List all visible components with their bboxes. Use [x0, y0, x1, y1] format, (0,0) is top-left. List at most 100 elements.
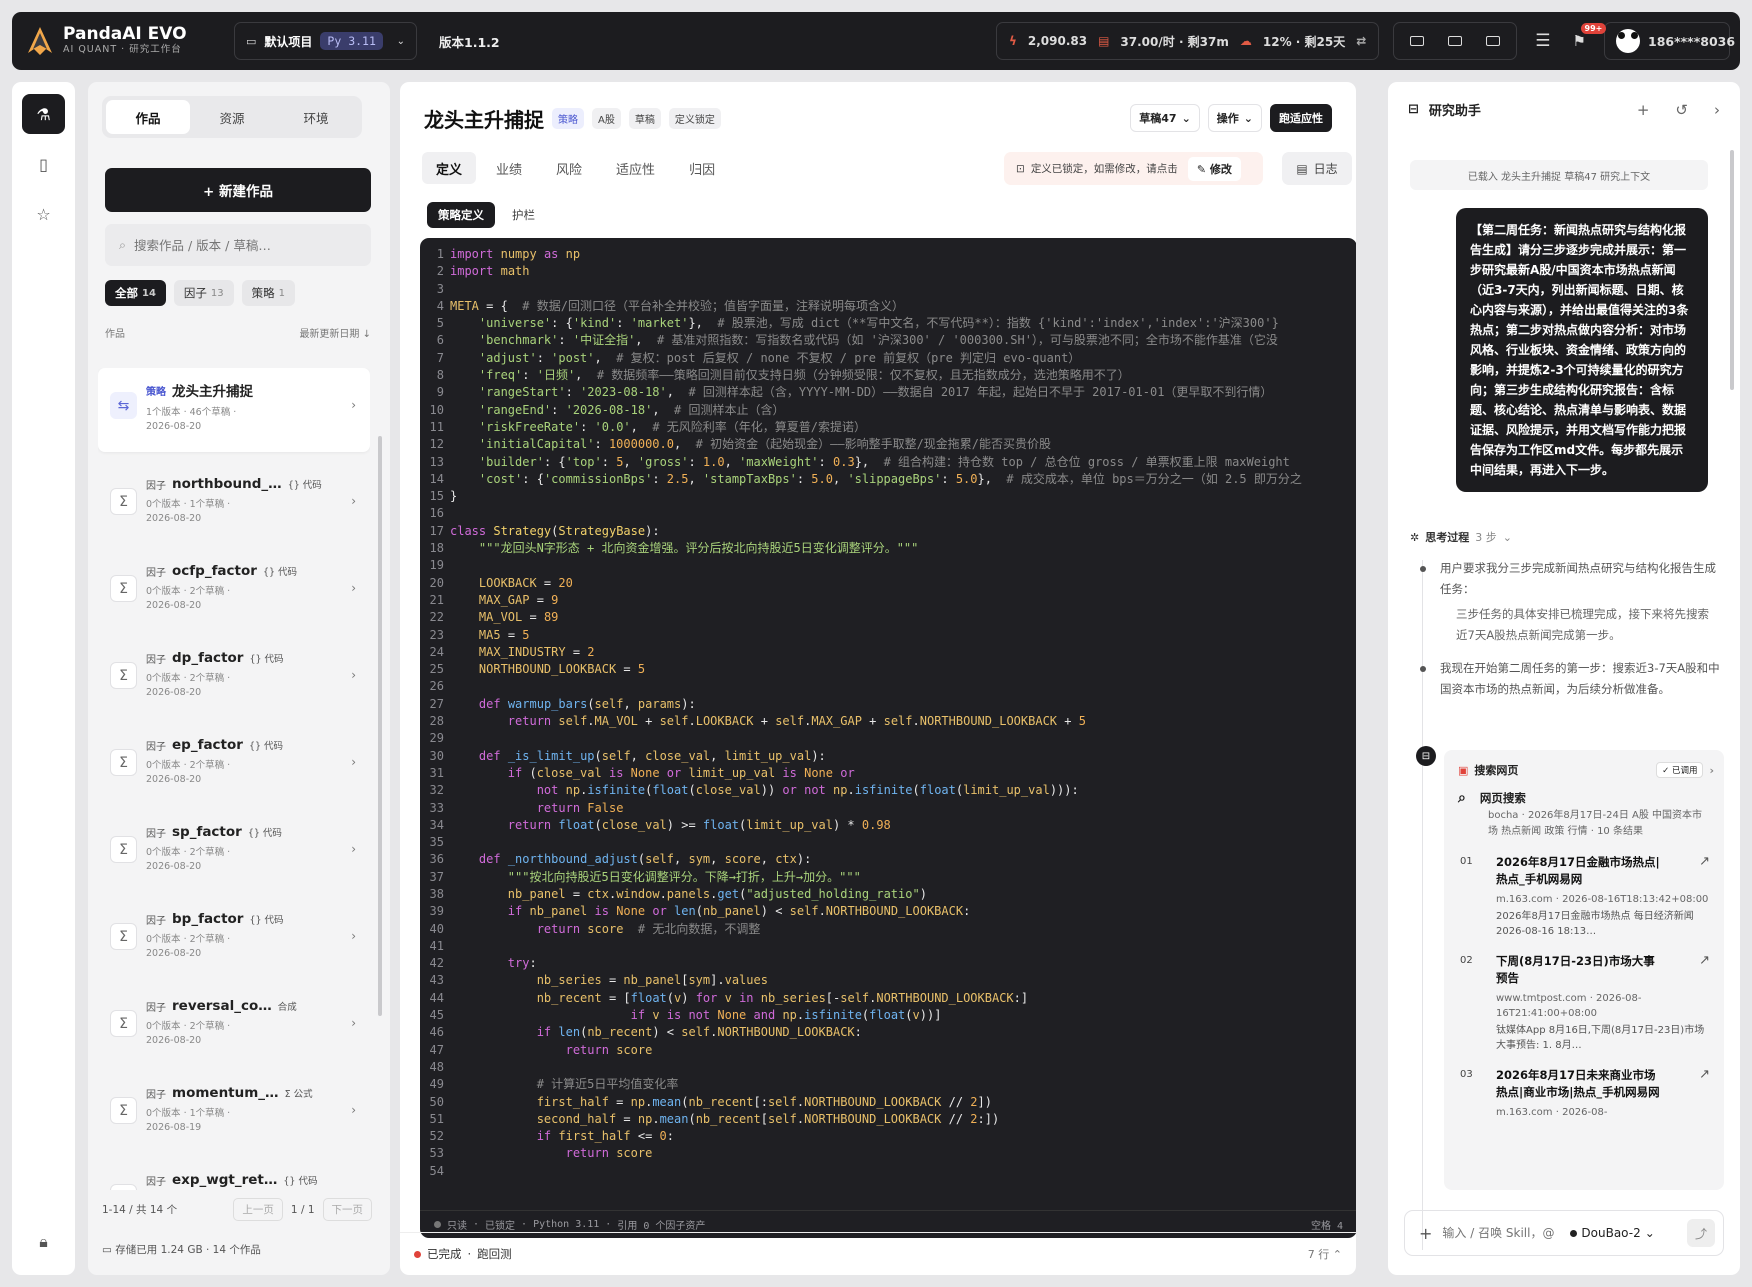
- code-line: 14 'cost': {'commissionBps': 2.5, 'stamp…: [420, 471, 1356, 488]
- new-work-button[interactable]: + 新建作品: [105, 168, 371, 212]
- search-result[interactable]: 03 2026年8月17日未来商业市场热点|商业市场|热点_手机网易网 ↗ m.163…: [1444, 1053, 1724, 1120]
- list-scrollbar[interactable]: [378, 436, 382, 1016]
- code-line: 52 if first_half <= 0:: [420, 1128, 1356, 1145]
- item-date: 2026-08-20: [146, 687, 202, 698]
- usage-stats[interactable]: ϟ 2,090.83 ▤ 37.00/时 · 剩37m ☁ 12% · 剩25天…: [995, 22, 1380, 60]
- list-item[interactable]: Σ 因子 reversal_co… 合成 0个版本 · 2个草稿 · 2026-08-20…: [98, 986, 370, 1066]
- run-adaptability-button[interactable]: 跑适应性: [1270, 104, 1332, 132]
- status-indent: 空格 4: [1310, 1221, 1343, 1232]
- list-item[interactable]: Σ 因子 dp_factor {} 代码 0个版本 · 2个草稿 · 2026-08-20…: [98, 638, 370, 718]
- sigma-icon: Σ: [110, 923, 137, 950]
- filter-factor[interactable]: 因子 13: [173, 280, 234, 306]
- item-kind: 因子: [146, 1176, 166, 1188]
- item-tag: {} 代码: [249, 654, 284, 665]
- run-action: 跑回测: [477, 1247, 512, 1261]
- brand[interactable]: PandaAI EVO AI QUANT · 研究工作台: [26, 25, 234, 57]
- edit-button[interactable]: ✎ 修改: [1187, 156, 1241, 181]
- chat-input[interactable]: [1442, 1226, 1561, 1240]
- code-editor[interactable]: 1 import numpy as np 2 import math 3 4 META = …: [420, 238, 1356, 1238]
- run-footer[interactable]: 已完成 · 跑回测 7 行 ⌃: [400, 1232, 1356, 1275]
- code-text: MAX_INDUSTRY = 2: [478, 644, 595, 659]
- external-link-icon[interactable]: ↗: [1699, 1067, 1710, 1082]
- list-item[interactable]: Σ 因子 northbound_… {} 代码 0个版本 · 1个草稿 · 2026-08…: [98, 464, 370, 544]
- filter-count: 14: [142, 287, 156, 299]
- send-button[interactable]: ⤴: [1687, 1219, 1715, 1247]
- tab-adaptability[interactable]: 适应性: [602, 152, 669, 184]
- search-result[interactable]: 01 2026年8月17日金融市场热点|热点_手机网易网 ↗ m.163.com · …: [1444, 840, 1724, 939]
- list-item[interactable]: Σ 因子 momentum_… Σ 公式 0个版本 · 1个草稿 · 2026-08-19…: [98, 1073, 370, 1153]
- code-text: 'freq': '日频', # 数据频率——策略回测目前仅支持日频（分钟频受限：…: [478, 368, 1130, 383]
- notification-bell-icon[interactable]: ⚑ 99+: [1573, 23, 1607, 50]
- line-number: 41: [429, 938, 444, 953]
- external-link-icon[interactable]: ↗: [1699, 953, 1710, 968]
- code-text: return False: [536, 800, 624, 815]
- chevron-right-icon[interactable]: ›: [1714, 101, 1720, 119]
- code-line: 34 return float(close_val) >= float(limi…: [420, 817, 1356, 834]
- external-link-icon[interactable]: ↗: [1699, 854, 1710, 869]
- plus-icon[interactable]: +: [1419, 1224, 1432, 1243]
- tab-risk[interactable]: 风险: [542, 152, 596, 184]
- chevron-up-icon[interactable]: ⌃: [1333, 1248, 1342, 1261]
- history-icon[interactable]: ↺: [1675, 101, 1688, 119]
- tab-works[interactable]: 作品: [106, 100, 190, 134]
- project-selector[interactable]: ▭ 默认项目 Py 3.11 ⌄: [234, 22, 417, 60]
- list-item[interactable]: Σ 因子 ocfp_factor {} 代码 0个版本 · 2个草稿 · 2026-08-…: [98, 551, 370, 631]
- user-message: 【第二周任务：新闻热点研究与结构化报告生成】请分三步逐步完成并展示：第一步研究最…: [1456, 208, 1708, 492]
- tool-header[interactable]: ▣ 搜索网页 ✓ 已调用 ›: [1444, 750, 1724, 778]
- sort-toggle[interactable]: 最新更新日期 ↓: [299, 325, 371, 340]
- tab-attribution[interactable]: 归因: [675, 152, 729, 184]
- subtab-definition[interactable]: 策略定义: [427, 202, 495, 228]
- brand-subtitle: AI QUANT · 研究工作台: [63, 44, 182, 55]
- flask-icon[interactable]: ⚗: [22, 94, 65, 134]
- log-button[interactable]: ▤ 日志: [1282, 152, 1352, 185]
- tab-environment[interactable]: 环境: [274, 100, 358, 134]
- code-line: 18 """龙回头N字形态 + 北向资金增强。评分后按北向持股近5日变化调整评分…: [420, 540, 1356, 557]
- draft-selector[interactable]: 草稿47 ⌄: [1130, 104, 1200, 132]
- tab-performance[interactable]: 业绩: [482, 152, 536, 184]
- prev-page-button[interactable]: 上一页: [233, 1198, 283, 1221]
- next-page-button[interactable]: 下一页: [322, 1198, 372, 1221]
- list-menu-icon[interactable]: ☰: [1535, 31, 1550, 51]
- list-item[interactable]: Σ 因子 sp_factor {} 代码 0个版本 · 2个草稿 · 2026-08-20…: [98, 812, 370, 892]
- code-line: 39 if nb_panel is None or len(nb_panel) …: [420, 903, 1356, 920]
- tab-definition[interactable]: 定义: [422, 152, 477, 184]
- pager: 1-14 / 共 14 个 上一页 1 / 1 下一页: [102, 1198, 372, 1221]
- plus-icon[interactable]: +: [1637, 101, 1650, 119]
- filter-strategy[interactable]: 策略 1: [241, 280, 296, 306]
- line-number: 16: [429, 506, 444, 521]
- list-item[interactable]: ⇆ 策略 龙头主升捕捉 1个版本 · 46个草稿 · 2026-08-20 ›: [98, 368, 370, 452]
- sigma-icon: Σ: [110, 749, 137, 776]
- trace-step: 我现在开始第二周任务的第一步：搜索近3-7天A股和中国资本市场的热点新闻，为后续…: [1410, 658, 1720, 700]
- lock-icon[interactable]: 🔒︎: [22, 1222, 65, 1262]
- search-result[interactable]: 02 下周(8月17日-23日)市场大事预告 ↗ www.tmtpost.com · …: [1444, 939, 1724, 1053]
- star-icon[interactable]: ☆: [22, 194, 65, 234]
- code-text: if v is not None and np.isfinite(float(v…: [630, 1008, 942, 1023]
- subtab-guardrails[interactable]: 护栏: [501, 202, 546, 228]
- list-item[interactable]: Σ 因子 ep_factor {} 代码 0个版本 · 2个草稿 · 2026-08-20…: [98, 725, 370, 805]
- filter-all[interactable]: 全部 14: [105, 280, 166, 306]
- operations-menu[interactable]: 操作 ⌄: [1207, 104, 1262, 132]
- line-number: 31: [429, 765, 444, 780]
- code-text: }: [450, 489, 458, 504]
- line-number: 22: [429, 610, 444, 625]
- list-item[interactable]: Σ 因子 bp_factor {} 代码 0个版本 · 2个草稿 · 2026-08-20…: [98, 899, 370, 979]
- line-number: 1: [436, 247, 444, 261]
- user-menu[interactable]: 186****8036: [1604, 22, 1735, 60]
- page-title: 龙头主升捕捉: [424, 108, 544, 132]
- model-selector[interactable]: DouBao-2 ⌄: [1570, 1226, 1655, 1240]
- list-item[interactable]: Σ因子exp_wgt_ret…{} 代码›: [98, 1160, 370, 1190]
- layout-split-icon[interactable]: [1448, 36, 1463, 46]
- code-text: try:: [507, 956, 537, 971]
- search-input[interactable]: [134, 237, 335, 253]
- assistant-scrollbar[interactable]: [1730, 150, 1734, 390]
- item-date: 2026-08-20: [146, 421, 202, 432]
- layout-right-icon[interactable]: [1486, 36, 1501, 46]
- bolt-icon: ϟ: [1008, 34, 1017, 48]
- line-number: 9: [436, 385, 444, 400]
- layout-left-icon[interactable]: [1410, 36, 1425, 46]
- notebook-icon[interactable]: ▯: [22, 144, 65, 184]
- thinking-toggle[interactable]: ✲ 思考过程 3 步 ⌄: [1410, 529, 1512, 545]
- tab-resources[interactable]: 资源: [190, 100, 274, 134]
- line-number: 8: [436, 368, 444, 383]
